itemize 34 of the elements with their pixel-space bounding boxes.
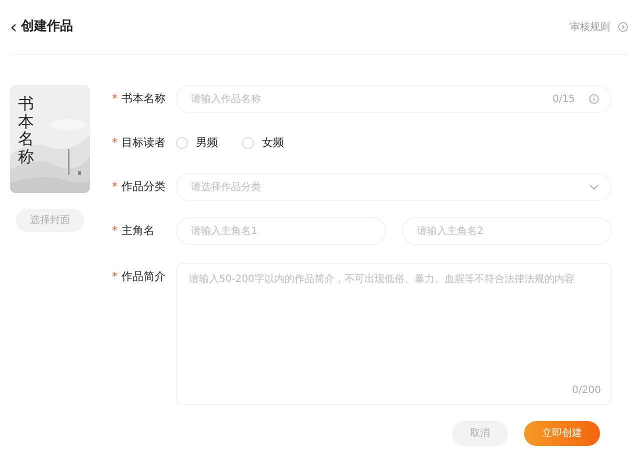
page-title: 创建作品 bbox=[21, 18, 74, 36]
char-counter: 0/15 bbox=[552, 92, 575, 106]
input-field[interactable]: 请输入主角名1 bbox=[176, 217, 386, 245]
chevron-down-icon bbox=[589, 184, 599, 190]
radio-button[interactable] bbox=[176, 137, 188, 149]
field-label: 目标读者 bbox=[122, 135, 166, 151]
required-mark: * bbox=[112, 269, 118, 285]
input-text[interactable]: 请输入作品名称 bbox=[189, 90, 553, 108]
rules-link[interactable]: 审核规则 bbox=[570, 20, 610, 34]
choose-cover-button[interactable]: 选择封面 bbox=[16, 209, 84, 232]
required-mark: * bbox=[112, 135, 118, 151]
info-icon bbox=[589, 94, 599, 104]
input-text[interactable]: 请输入主角名2 bbox=[415, 222, 599, 240]
select-field[interactable]: 请选择作品分类 bbox=[176, 173, 612, 201]
radio-button[interactable] bbox=[242, 137, 254, 149]
required-mark: * bbox=[112, 179, 118, 195]
field-label: 书本名称 bbox=[122, 91, 166, 107]
input-field[interactable]: 请输入作品名称 0/15 bbox=[176, 85, 612, 113]
cover-title: 书本名称 bbox=[18, 95, 34, 166]
char-counter: 0/200 bbox=[572, 384, 601, 398]
field-label: 作品简介 bbox=[122, 269, 166, 285]
required-mark: * bbox=[112, 223, 118, 239]
input-text[interactable]: 请输入主角名1 bbox=[189, 222, 373, 240]
create-button[interactable]: 立即创建 bbox=[524, 421, 600, 446]
required-mark: * bbox=[112, 91, 118, 107]
radio-label: 男频 bbox=[196, 134, 218, 151]
input-text[interactable]: 请选择作品分类 bbox=[189, 178, 589, 196]
arrow-circle-icon bbox=[618, 22, 628, 32]
back-icon[interactable]: ‹ bbox=[10, 14, 18, 40]
field-label: 主角名 bbox=[122, 223, 154, 239]
cancel-button[interactable]: 取消 bbox=[452, 421, 508, 446]
input-field[interactable]: 请输入主角名2 bbox=[402, 217, 612, 245]
field-label: 作品分类 bbox=[122, 179, 166, 195]
radio-label: 女频 bbox=[262, 134, 284, 151]
